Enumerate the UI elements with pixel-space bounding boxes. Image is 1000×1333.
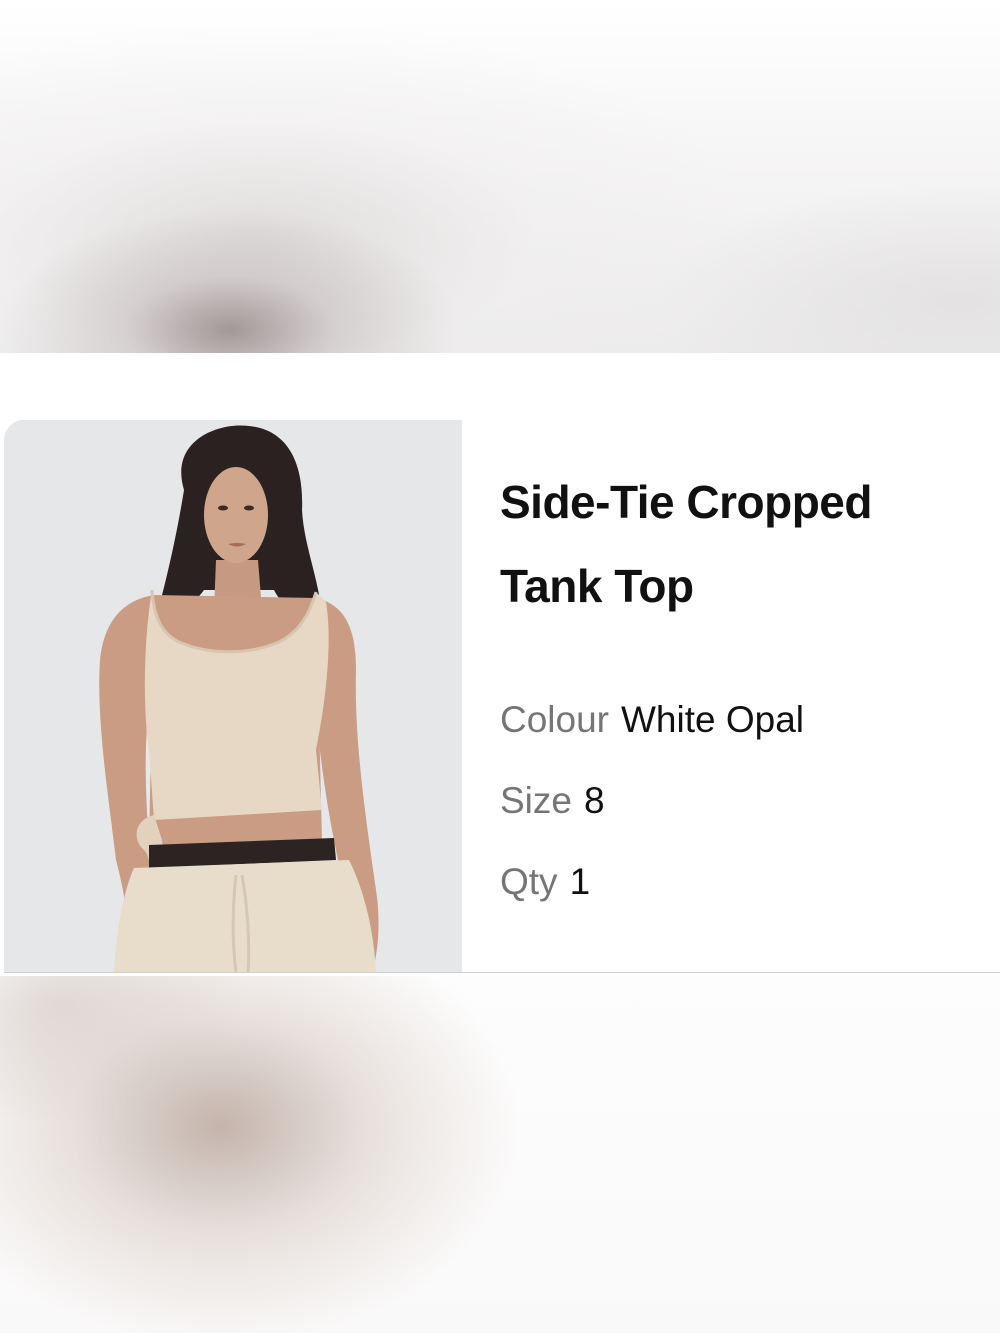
- size-value: 8: [583, 780, 605, 821]
- product-info: Side-Tie Cropped Tank Top Colour White Op…: [500, 460, 970, 902]
- size-label: Size: [500, 780, 572, 821]
- product-title-line-1: Side-Tie Cropped: [500, 476, 872, 528]
- product-image[interactable]: [4, 420, 462, 973]
- blurred-background-top: [0, 0, 1000, 353]
- spacer: [0, 353, 1000, 420]
- product-title-line-2: Tank Top: [500, 560, 694, 612]
- cart-item-card[interactable]: Side-Tie Cropped Tank Top Colour White Op…: [4, 420, 1000, 973]
- blurred-background-bottom: [0, 976, 1000, 1333]
- qty-value: 1: [569, 861, 591, 902]
- colour-row: Colour White Opal: [500, 700, 804, 740]
- product-photo: [4, 420, 462, 973]
- card-divider: [4, 972, 1000, 973]
- product-title[interactable]: Side-Tie Cropped Tank Top: [500, 460, 970, 628]
- colour-value: White Opal: [621, 699, 805, 740]
- blurred-background-bottom-layer: [0, 976, 1000, 1333]
- colour-label: Colour: [500, 699, 609, 740]
- qty-row: Qty 1: [500, 862, 590, 902]
- size-row: Size 8: [500, 781, 605, 821]
- qty-label: Qty: [500, 861, 558, 902]
